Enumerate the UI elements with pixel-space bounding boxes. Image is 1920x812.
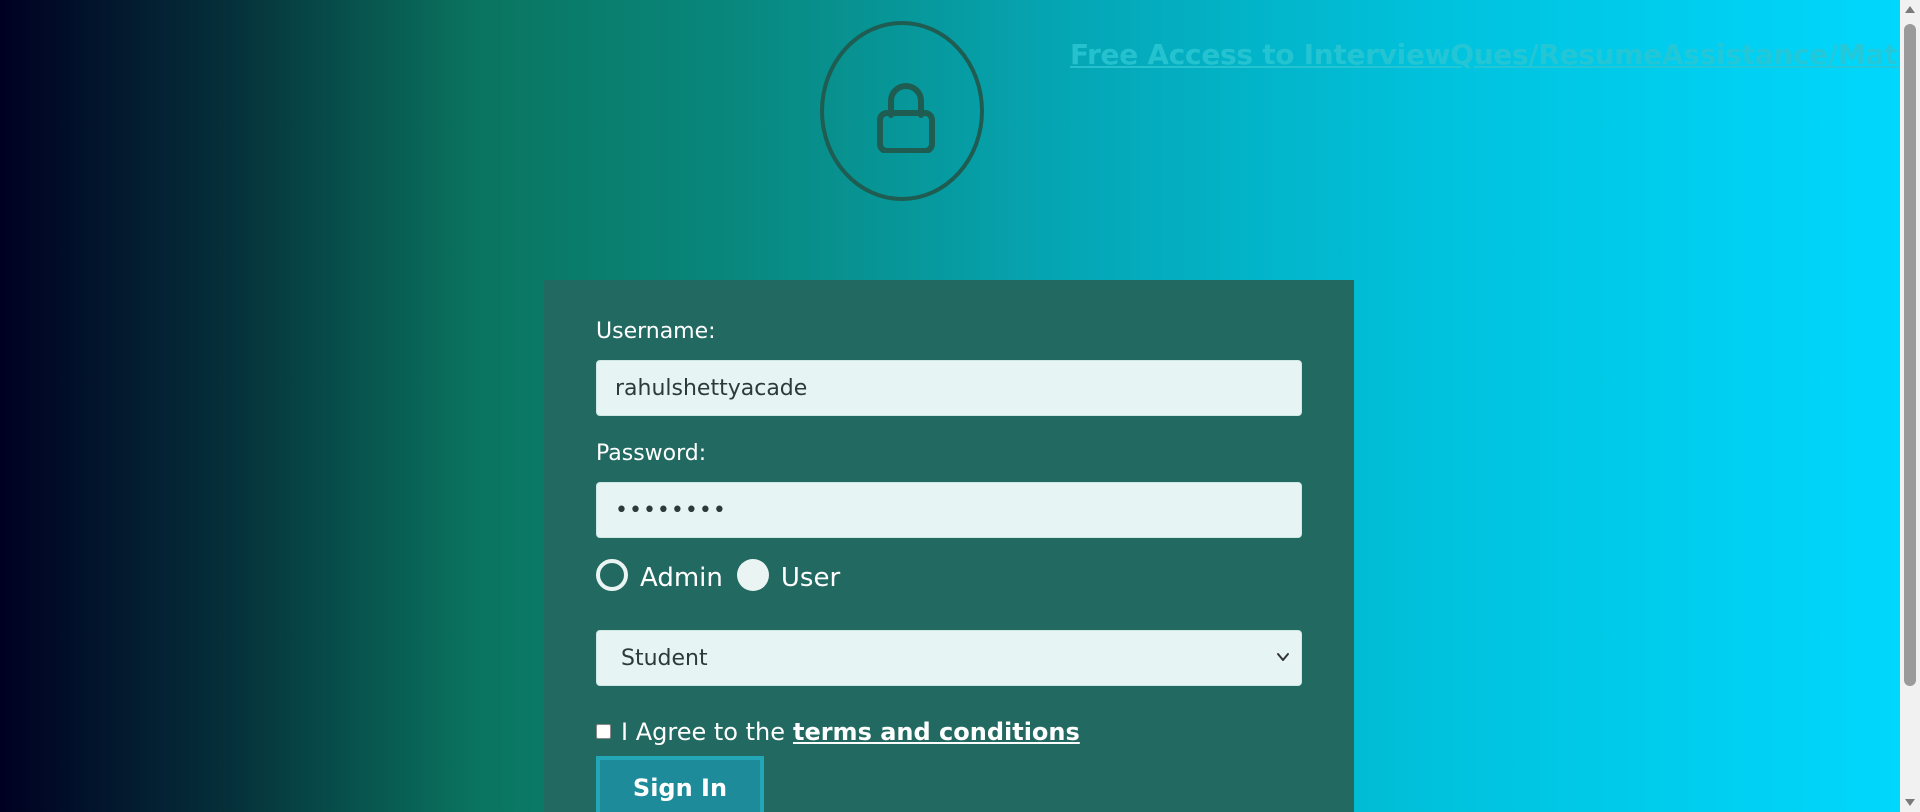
- login-page: Free Access to InterviewQues/ResumeAssis…: [0, 0, 1920, 812]
- admin-radio[interactable]: [596, 559, 628, 591]
- scroll-up-icon[interactable]: [1905, 6, 1915, 13]
- role-select-value: Student: [621, 646, 708, 671]
- username-label: Username:: [596, 319, 716, 344]
- user-radio-label[interactable]: User: [781, 563, 840, 593]
- role-radio-group: Admin User: [596, 556, 1302, 600]
- lock-avatar: [820, 21, 984, 201]
- scroll-down-icon[interactable]: [1905, 799, 1915, 806]
- username-input[interactable]: [596, 360, 1302, 416]
- password-label: Password:: [596, 441, 707, 466]
- lock-icon: [877, 83, 935, 153]
- login-form: Username: Password: Admin User Student I…: [544, 280, 1354, 812]
- chevron-down-icon: [1277, 653, 1289, 661]
- vertical-scrollbar[interactable]: [1900, 0, 1920, 812]
- scroll-thumb[interactable]: [1904, 24, 1916, 686]
- terms-checkbox[interactable]: [596, 723, 611, 739]
- admin-radio-label[interactable]: Admin: [640, 563, 723, 593]
- terms-link[interactable]: terms and conditions: [793, 718, 1080, 746]
- free-access-link[interactable]: Free Access to InterviewQues/ResumeAssis…: [1070, 38, 1920, 71]
- user-radio[interactable]: [736, 559, 769, 591]
- role-select[interactable]: Student: [596, 630, 1302, 686]
- password-input[interactable]: [596, 482, 1302, 538]
- terms-text: I Agree to the: [621, 718, 785, 746]
- terms-row: I Agree to the terms and conditions: [596, 712, 1302, 752]
- sign-in-button[interactable]: Sign In: [596, 756, 764, 812]
